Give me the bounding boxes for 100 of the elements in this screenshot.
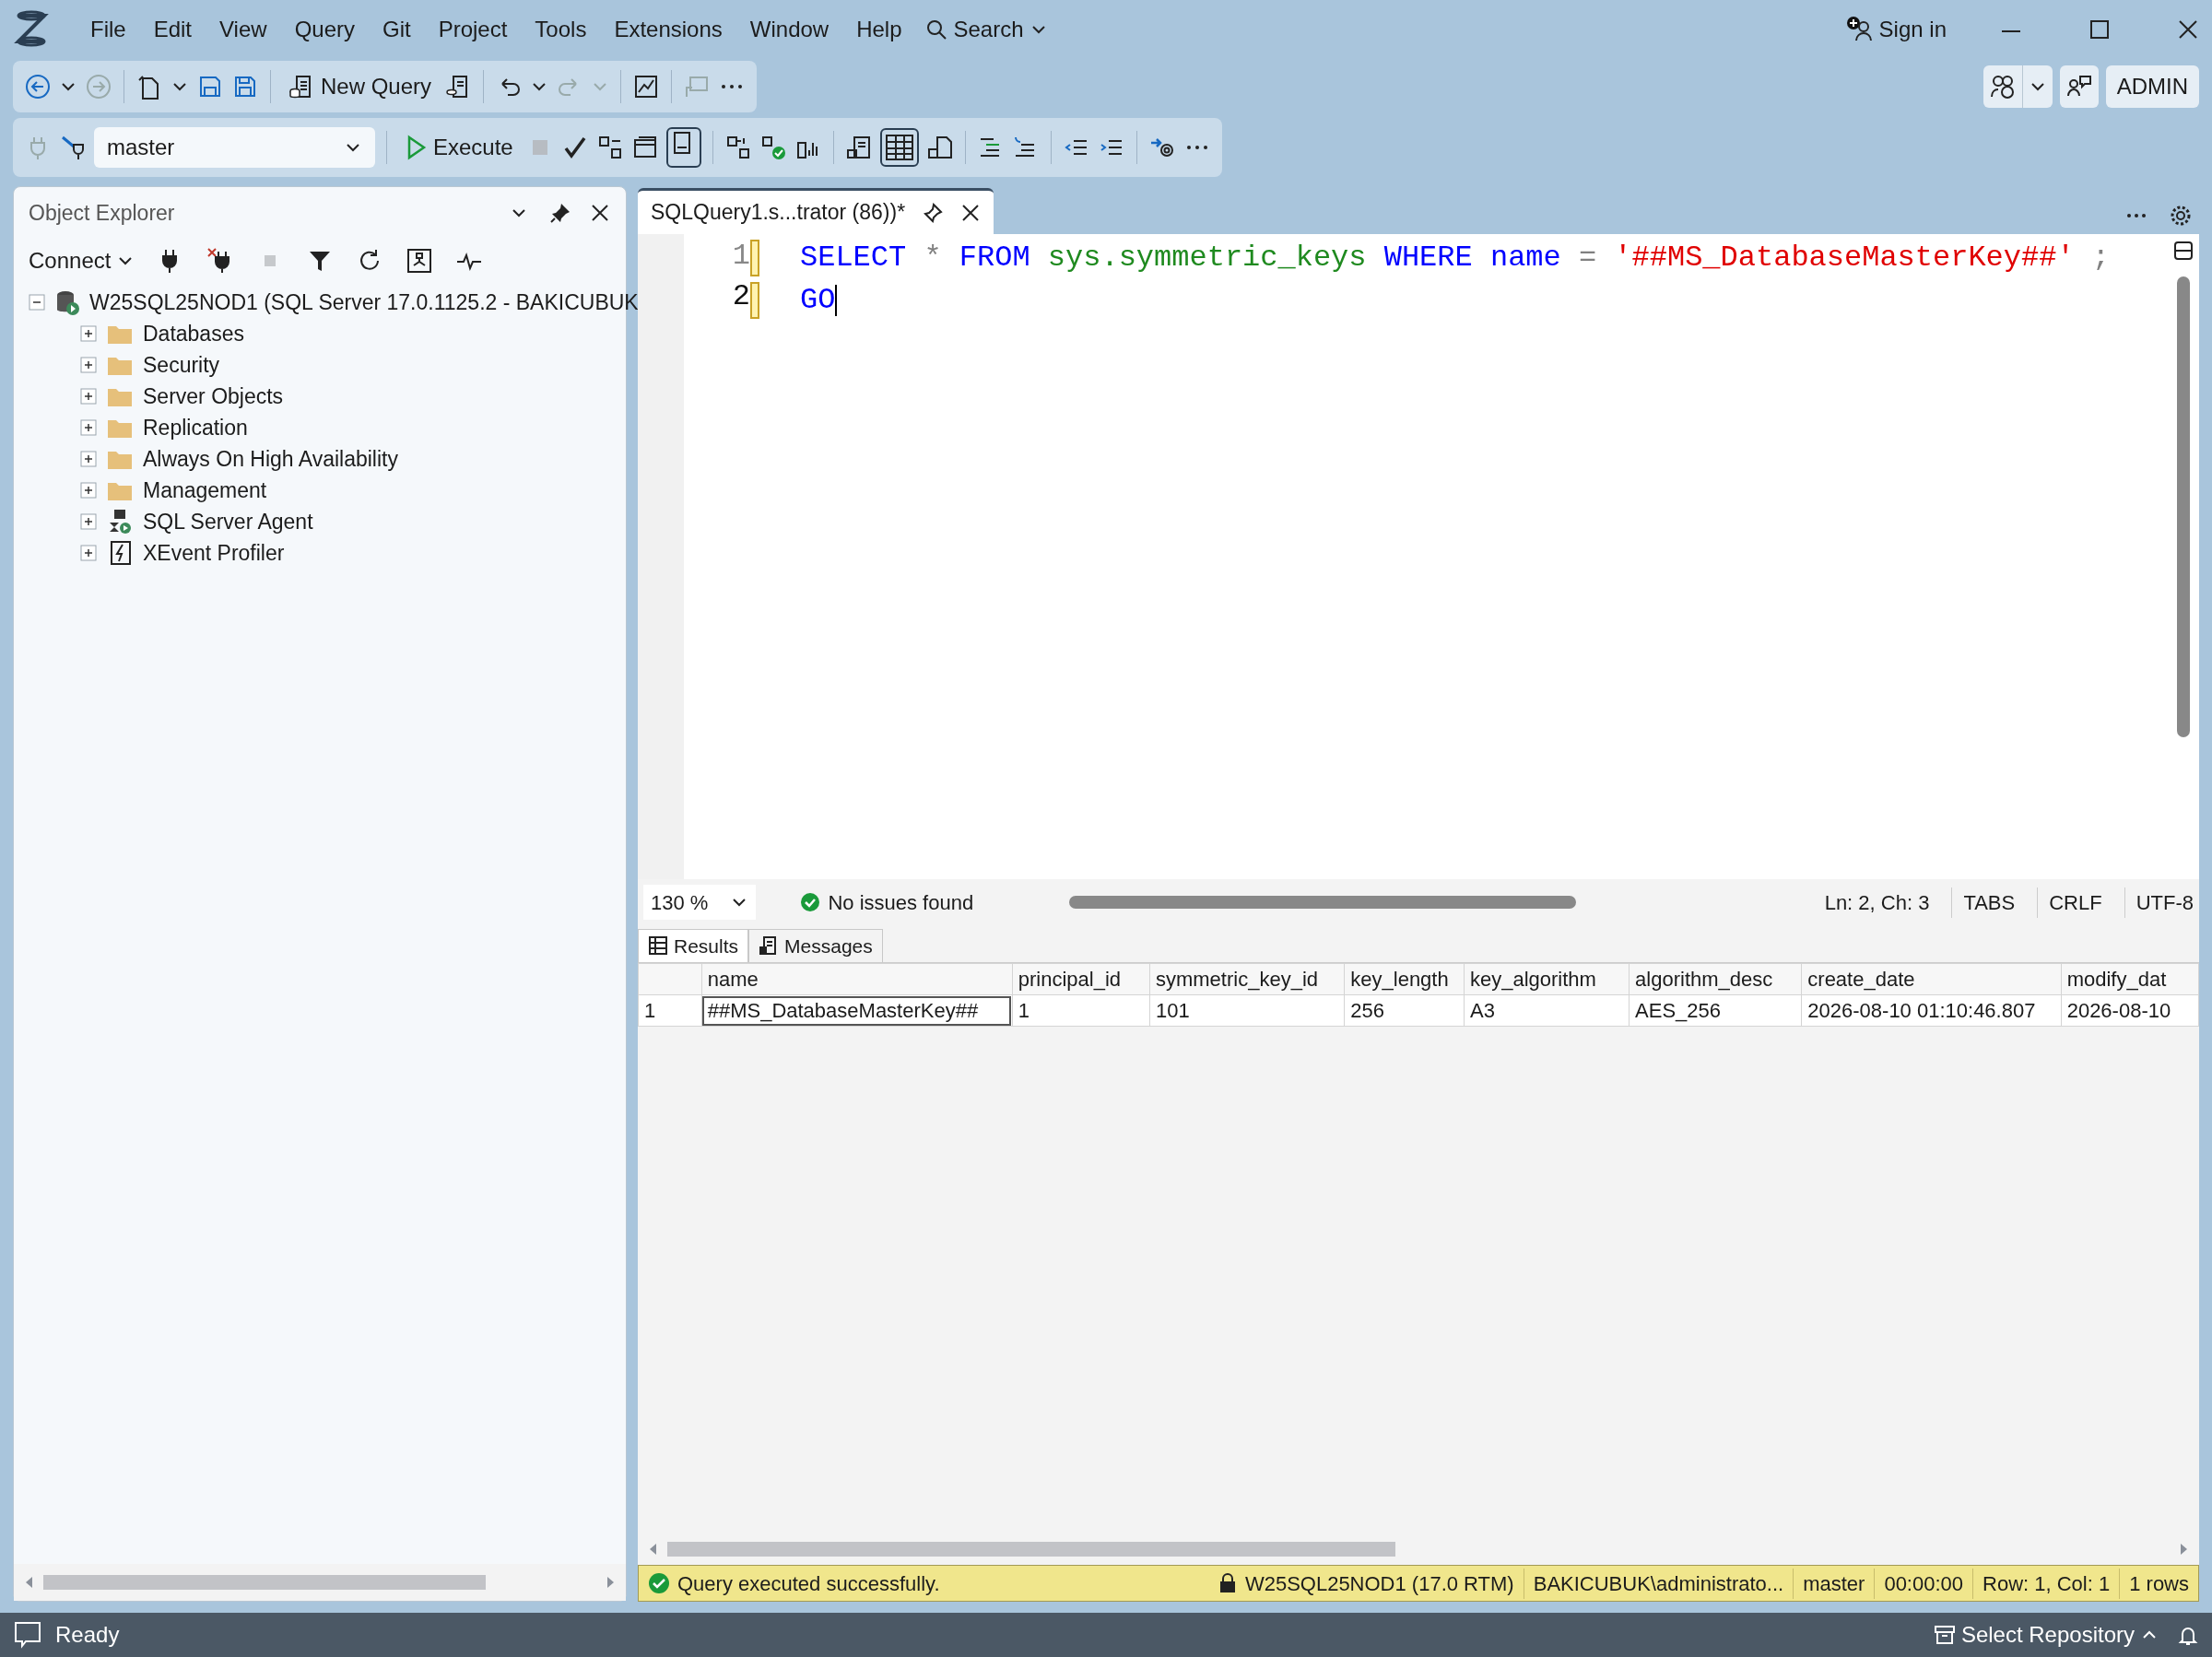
menu-item[interactable]: Window: [738, 9, 841, 50]
results-to-file-icon[interactable]: [925, 134, 954, 161]
column-header[interactable]: create_date: [1801, 963, 2062, 995]
line-endings[interactable]: CRLF: [2037, 887, 2102, 918]
table-cell[interactable]: 1: [1012, 994, 1150, 1027]
tree-item[interactable]: SQL Server Agent: [143, 505, 313, 538]
expand-icon[interactable]: [80, 545, 97, 561]
tree-item[interactable]: Management: [143, 474, 267, 507]
menu-item[interactable]: Extensions: [603, 9, 734, 50]
chat-bubble-icon: [13, 1620, 42, 1650]
collapse-icon[interactable]: [29, 294, 45, 311]
tree-item[interactable]: Always On High Availability: [143, 442, 398, 476]
zoom-dropdown[interactable]: 130 %: [643, 885, 757, 920]
database-dropdown[interactable]: master: [94, 127, 375, 168]
tree-item[interactable]: Security: [143, 348, 220, 382]
tree-item[interactable]: W25SQL25NOD1 (SQL Server 17.0.1125.2 - BAKICUBUK: [89, 286, 639, 319]
account-button[interactable]: ADMIN: [2105, 65, 2199, 108]
tree-item[interactable]: Databases: [143, 317, 244, 350]
tab-title: SQLQuery1.s...trator (86))*: [651, 199, 906, 227]
close-icon[interactable]: [2177, 18, 2199, 41]
expand-icon[interactable]: [80, 451, 97, 467]
menu-item[interactable]: Tools: [524, 9, 598, 50]
results-to-text-icon[interactable]: [844, 134, 873, 161]
table-cell[interactable]: ##MS_DatabaseMasterKey##: [701, 994, 1013, 1027]
table-cell[interactable]: A3: [1464, 994, 1630, 1027]
expand-icon[interactable]: [80, 419, 97, 436]
new-query-button[interactable]: New Query: [282, 68, 438, 105]
change-marker: [750, 240, 759, 276]
column-header[interactable]: symmetric_key_id: [1149, 963, 1345, 995]
person-add-icon: [1845, 16, 1874, 43]
expand-icon[interactable]: [80, 357, 97, 373]
code-line: GO: [800, 282, 836, 319]
cursor-position[interactable]: Ln: 2, Ch: 3: [1824, 887, 1930, 918]
pin-icon[interactable]: [922, 201, 945, 224]
table-cell[interactable]: 2026-08-10: [2061, 994, 2199, 1027]
scrollbar-thumb[interactable]: [2177, 276, 2190, 737]
column-header[interactable]: algorithm_desc: [1629, 963, 1802, 995]
table-cell[interactable]: 101: [1149, 994, 1345, 1027]
indent-mode[interactable]: TABS: [1951, 887, 2016, 918]
scrollbar-thumb[interactable]: [667, 1542, 1395, 1557]
settings-icon[interactable]: [2170, 205, 2192, 227]
hierarchy-icon[interactable]: [406, 247, 434, 275]
line-number: 2: [731, 278, 750, 315]
column-header[interactable]: key_algorithm: [1464, 963, 1630, 995]
connect-button[interactable]: Connect: [29, 244, 135, 277]
execute-button[interactable]: Execute: [398, 129, 519, 166]
app-logo-icon: [13, 10, 50, 49]
pin-icon[interactable]: [548, 201, 572, 225]
scrollbar-thumb[interactable]: [1069, 896, 1577, 909]
scrollbar-thumb[interactable]: [43, 1575, 486, 1590]
database-server-icon: [54, 288, 80, 316]
feedback-button[interactable]: [2059, 65, 2099, 108]
results-tab[interactable]: Results: [638, 928, 749, 962]
line-number: 1: [731, 238, 750, 275]
expand-icon[interactable]: [80, 513, 97, 530]
table-cell[interactable]: AES_256: [1629, 994, 1802, 1027]
tree-item[interactable]: Server Objects: [143, 380, 284, 413]
menu-item[interactable]: View: [208, 9, 278, 50]
query-status-message: Query executed successfully.: [677, 1570, 940, 1597]
menu-item[interactable]: Git: [371, 9, 422, 50]
expand-icon[interactable]: [80, 325, 97, 342]
server-name: W25SQL25NOD1 (17.0 RTM): [1244, 1570, 1514, 1597]
people-icon: [1988, 73, 2017, 100]
menu-item[interactable]: Project: [427, 9, 519, 50]
menu-item[interactable]: Edit: [142, 9, 204, 50]
grid-icon: [648, 935, 668, 957]
change-marker: [750, 282, 759, 319]
file-encoding[interactable]: UTF-8: [2124, 887, 2194, 918]
status-text: Ready: [55, 1621, 120, 1649]
column-header[interactable]: name: [701, 963, 1013, 995]
column-header[interactable]: key_length: [1344, 963, 1465, 995]
menu-item[interactable]: Query: [283, 9, 366, 50]
tree-item[interactable]: Replication: [143, 411, 248, 444]
results-tab[interactable]: Messages: [748, 928, 883, 962]
plug-edit-icon[interactable]: [59, 134, 87, 161]
repository-button[interactable]: Select Repository: [1927, 1616, 2164, 1653]
expand-icon[interactable]: [80, 388, 97, 405]
archive-icon: [1933, 1624, 1956, 1646]
menu-item[interactable]: Help: [845, 9, 913, 50]
row-count: 1 rows: [2119, 1568, 2198, 1599]
expand-icon[interactable]: [80, 482, 97, 499]
table-cell[interactable]: 256: [1344, 994, 1465, 1027]
success-icon: [800, 892, 821, 912]
back-icon[interactable]: [24, 73, 52, 100]
sign-in-button[interactable]: Sign in: [1840, 11, 1952, 48]
elapsed-time: 00:00:00: [1874, 1568, 1973, 1599]
database-name: master: [1793, 1568, 1875, 1599]
issues-status: No issues found: [828, 889, 974, 916]
row-number: 1: [638, 994, 702, 1027]
column-header[interactable]: principal_id: [1012, 963, 1150, 995]
column-header[interactable]: modify_dat: [2061, 963, 2199, 995]
split-icon[interactable]: [2172, 240, 2194, 262]
search-button[interactable]: Search: [918, 11, 1053, 48]
menu-item[interactable]: File: [79, 9, 137, 50]
document-tab[interactable]: SQLQuery1.s...trator (86))*: [638, 188, 994, 234]
table-cell[interactable]: 2026-08-10 01:10:46.807: [1801, 994, 2062, 1027]
close-icon[interactable]: [960, 202, 982, 223]
maximize-icon[interactable]: [2088, 18, 2111, 41]
text-cursor: [835, 285, 838, 316]
tree-item[interactable]: XEvent Profiler: [143, 536, 285, 570]
